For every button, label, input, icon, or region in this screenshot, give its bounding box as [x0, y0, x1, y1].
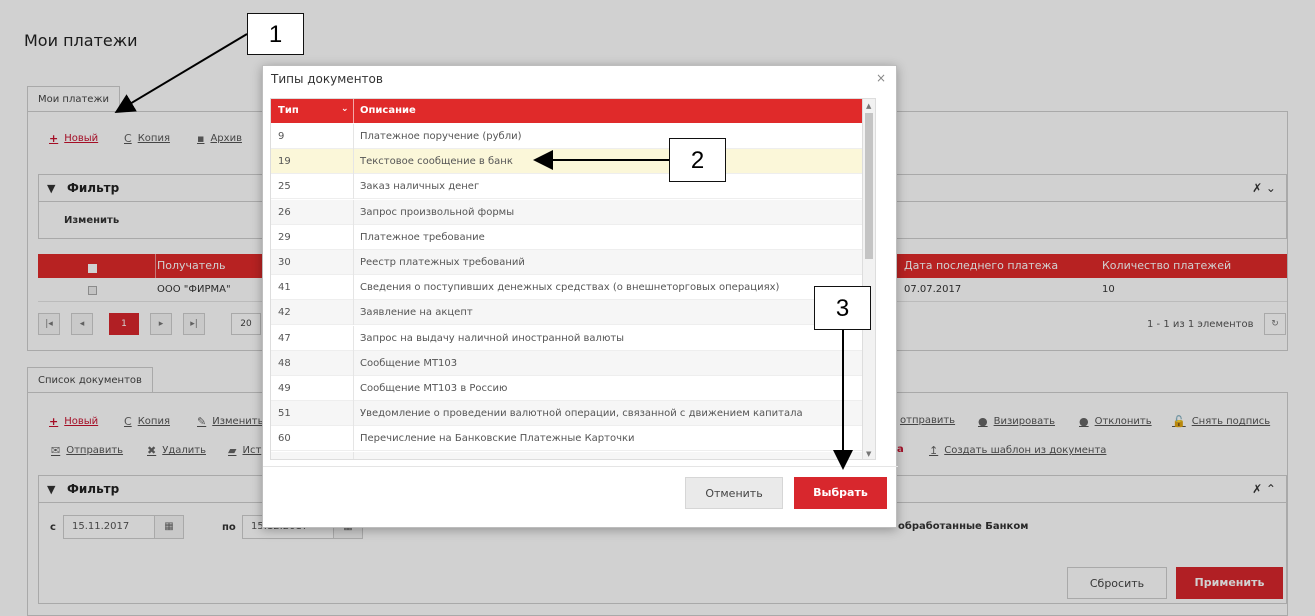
- arrow-1: [114, 33, 248, 114]
- callout-2: 2: [669, 138, 726, 182]
- callout-3: 3: [814, 286, 871, 330]
- annotation-arrows: [114, 33, 853, 470]
- callout-1: 1: [247, 13, 304, 55]
